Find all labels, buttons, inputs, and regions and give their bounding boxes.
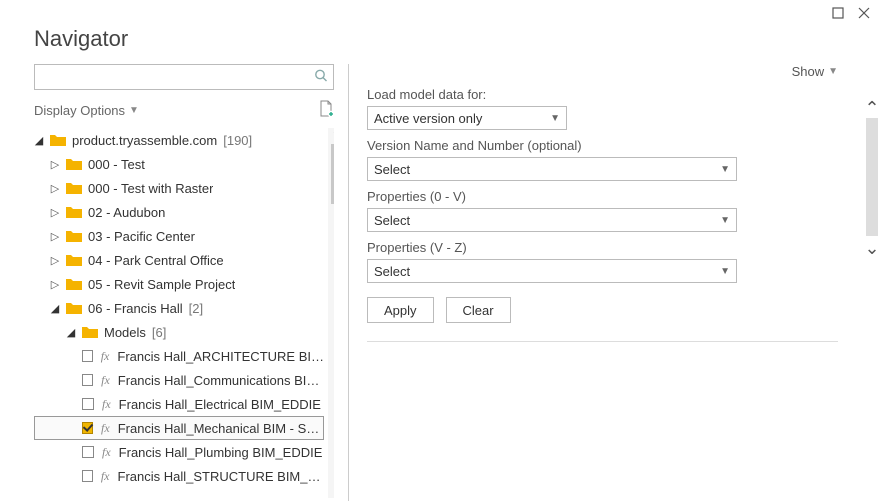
props2-value: Select <box>374 264 410 279</box>
checkbox[interactable] <box>82 398 94 410</box>
apply-button[interactable]: Apply <box>367 297 434 323</box>
chevron-down-icon: ▼ <box>720 215 730 226</box>
expand-icon[interactable]: ▷ <box>50 278 60 291</box>
folder-icon <box>66 206 82 218</box>
folder-icon <box>66 278 82 290</box>
folder-icon <box>50 134 66 146</box>
expand-icon[interactable]: ▷ <box>50 206 60 219</box>
version-label: Version Name and Number (optional) <box>367 138 838 153</box>
tree-item[interactable]: ▷ 05 - Revit Sample Project <box>34 272 324 296</box>
folder-icon <box>66 158 82 170</box>
tree-models-folder[interactable]: ◢ Models [6] <box>34 320 324 344</box>
chevron-down-icon: ▼ <box>550 113 560 124</box>
chevron-down-icon: ▼ <box>129 105 139 116</box>
props2-label: Properties (V - Z) <box>367 240 838 255</box>
tree-root-label: product.tryassemble.com <box>72 133 217 148</box>
close-icon[interactable] <box>858 6 870 22</box>
show-label: Show <box>792 64 825 79</box>
display-options-button[interactable]: Display Options ▼ <box>34 103 139 118</box>
tree-item[interactable]: ▷ 03 - Pacific Center <box>34 224 324 248</box>
pane-divider <box>348 64 349 501</box>
clear-button[interactable]: Clear <box>446 297 511 323</box>
tree-scrollbar[interactable]: ⌃ <box>328 128 334 498</box>
tree-model-item[interactable]: fx Francis Hall_STRUCTURE BIM_ EDDIE <box>34 464 324 488</box>
props2-select[interactable]: Select ▼ <box>367 259 737 283</box>
tree-root[interactable]: ◢ product.tryassemble.com [190] <box>34 128 324 152</box>
maximize-icon[interactable] <box>832 6 844 22</box>
fx-icon: fx <box>102 445 111 460</box>
fx-icon: fx <box>101 421 110 436</box>
right-scrollbar[interactable]: ⌃ ⌄ <box>864 98 880 258</box>
tree-model-item[interactable]: fx Francis Hall_ARCHITECTURE BIM_20... <box>34 344 324 368</box>
version-value: Select <box>374 162 410 177</box>
scroll-thumb[interactable] <box>866 118 878 236</box>
tree-item[interactable]: ▷ 02 - Audubon <box>34 200 324 224</box>
navigator-tree: ◢ product.tryassemble.com [190] ▷ 000 - … <box>34 128 334 498</box>
chevron-down-icon: ▼ <box>720 266 730 277</box>
display-options-label: Display Options <box>34 103 125 118</box>
folder-icon <box>66 302 82 314</box>
show-button[interactable]: Show ▼ <box>792 64 838 79</box>
folder-icon <box>66 254 82 266</box>
scroll-down-icon[interactable]: ⌄ <box>864 238 880 258</box>
checkbox[interactable] <box>82 446 94 458</box>
collapse-icon[interactable]: ◢ <box>34 134 44 147</box>
folder-icon <box>66 182 82 194</box>
tree-item[interactable]: ▷ 000 - Test <box>34 152 324 176</box>
scroll-up-icon[interactable]: ⌃ <box>328 128 334 144</box>
scroll-thumb[interactable] <box>331 144 334 204</box>
tree-model-item[interactable]: fx Francis Hall_Plumbing BIM_EDDIE <box>34 440 324 464</box>
checkbox-checked[interactable] <box>82 422 93 434</box>
separator <box>367 341 838 342</box>
props1-value: Select <box>374 213 410 228</box>
fx-icon: fx <box>101 349 110 364</box>
folder-icon <box>82 326 98 338</box>
fx-icon: fx <box>102 397 111 412</box>
load-model-value: Active version only <box>374 111 482 126</box>
load-model-select[interactable]: Active version only ▼ <box>367 106 567 130</box>
fx-icon: fx <box>101 373 110 388</box>
tree-item-open[interactable]: ◢ 06 - Francis Hall [2] <box>34 296 324 320</box>
tree-item[interactable]: ▷ 04 - Park Central Office <box>34 248 324 272</box>
expand-icon[interactable]: ▷ <box>50 182 60 195</box>
folder-icon <box>66 230 82 242</box>
version-select[interactable]: Select ▼ <box>367 157 737 181</box>
tree-model-item-selected[interactable]: fx Francis Hall_Mechanical BIM - SCHE... <box>34 416 324 440</box>
expand-icon[interactable]: ▷ <box>50 230 60 243</box>
scroll-up-icon[interactable]: ⌃ <box>864 98 880 118</box>
load-model-label: Load model data for: <box>367 87 838 102</box>
props1-label: Properties (0 - V) <box>367 189 838 204</box>
collapse-icon[interactable]: ◢ <box>66 326 76 339</box>
chevron-down-icon: ▼ <box>720 164 730 175</box>
expand-icon[interactable]: ▷ <box>50 158 60 171</box>
page-title: Navigator <box>0 0 880 64</box>
expand-icon[interactable]: ▷ <box>50 254 60 267</box>
new-query-icon[interactable] <box>319 100 334 120</box>
props1-select[interactable]: Select ▼ <box>367 208 737 232</box>
tree-model-item[interactable]: fx Francis Hall_Communications BIM_E... <box>34 368 324 392</box>
chevron-down-icon: ▼ <box>828 66 838 77</box>
tree-item[interactable]: ▷ 000 - Test with Raster <box>34 176 324 200</box>
checkbox[interactable] <box>82 350 93 362</box>
checkbox[interactable] <box>82 374 93 386</box>
collapse-icon[interactable]: ◢ <box>50 302 60 315</box>
tree-root-count: [190] <box>223 133 252 148</box>
search-input[interactable] <box>34 64 334 90</box>
checkbox[interactable] <box>82 470 93 482</box>
tree-model-item[interactable]: fx Francis Hall_Electrical BIM_EDDIE <box>34 392 324 416</box>
fx-icon: fx <box>101 469 110 484</box>
